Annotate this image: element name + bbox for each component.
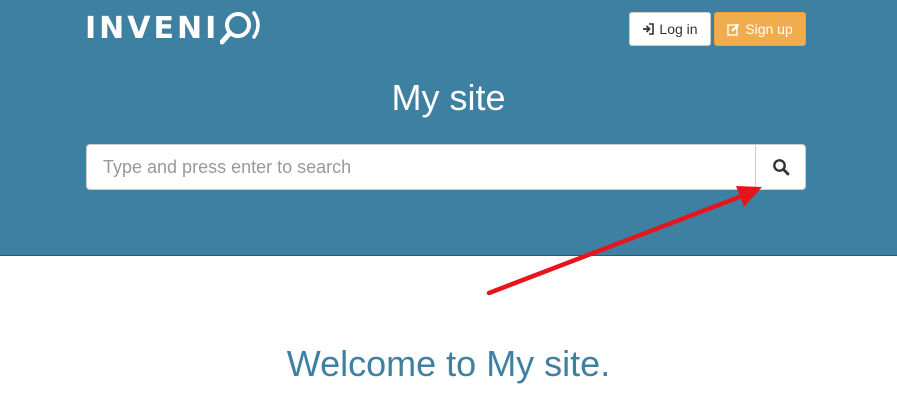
signup-label: Sign up — [745, 21, 793, 37]
edit-icon — [727, 23, 740, 36]
welcome-heading: Welcome to My site. — [286, 343, 611, 384]
invenio-logo[interactable]: INVENI — [85, 8, 268, 50]
header-banner: INVENI Log in Sign up My site — [0, 0, 897, 256]
login-label: Log in — [659, 21, 698, 37]
search-icon — [772, 159, 789, 176]
search-input[interactable] — [86, 144, 755, 190]
logo-text: INVENI — [85, 11, 220, 46]
magnifier-logo-icon — [220, 11, 260, 45]
site-title: My site — [391, 77, 506, 118]
signup-button[interactable]: Sign up — [714, 12, 806, 46]
search-bar — [86, 144, 806, 190]
login-button[interactable]: Log in — [629, 12, 711, 46]
search-button[interactable] — [755, 144, 806, 190]
sign-in-icon — [642, 23, 655, 35]
